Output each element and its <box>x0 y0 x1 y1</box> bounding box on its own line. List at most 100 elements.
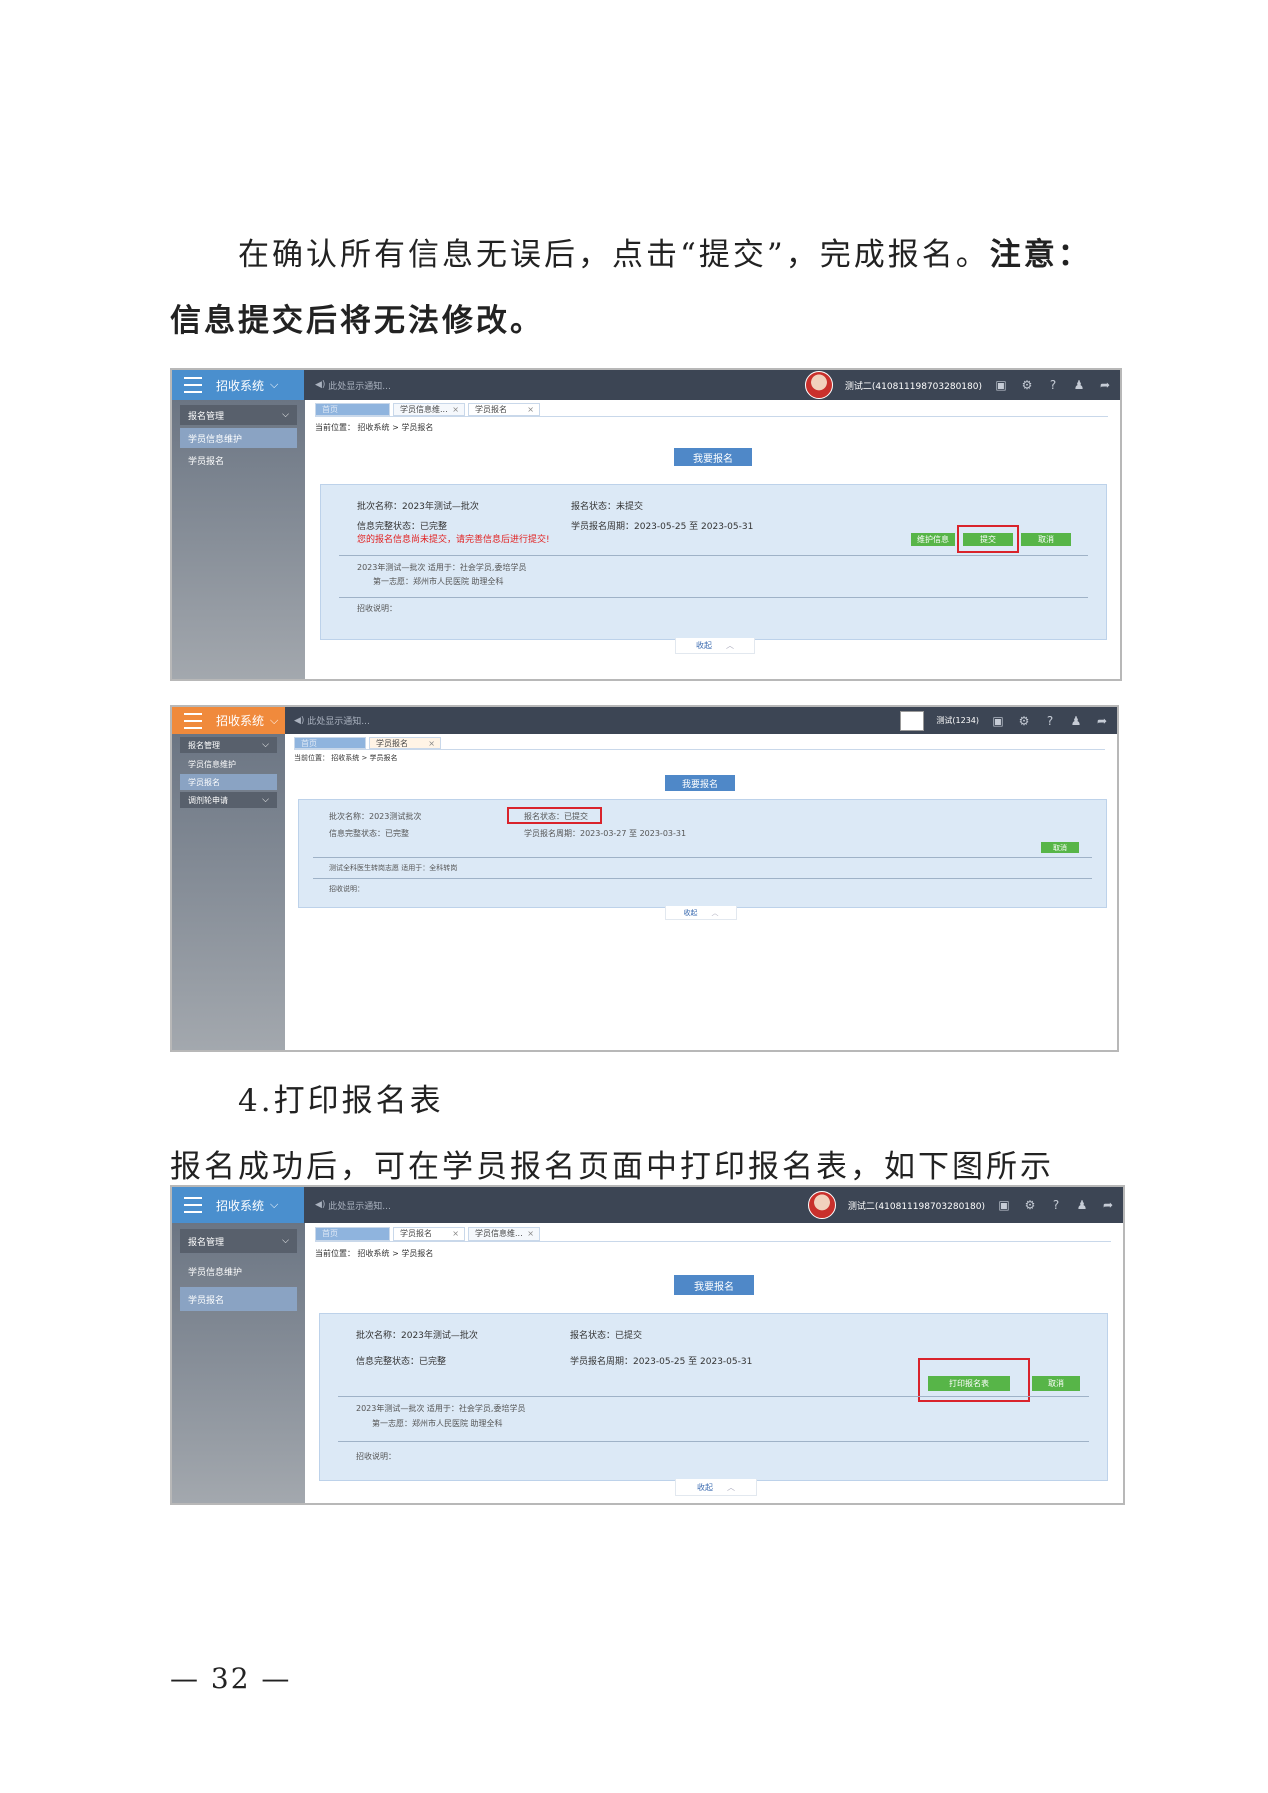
tab-strip: 首页 学员信息维... × 学员报名 × <box>315 403 1108 417</box>
top-bar: 招收系统 ⌵ ◀) 此处显示通知... 测试二(4108111987032801… <box>172 1187 1123 1223</box>
fold-toggle[interactable]: 收起 ︿ <box>665 906 737 920</box>
divider <box>339 597 1088 598</box>
divider <box>313 878 1092 879</box>
user-icon[interactable]: ♟ <box>1072 378 1086 392</box>
menu-icon <box>184 712 202 729</box>
cancel-button[interactable]: 取消 <box>1021 533 1071 546</box>
notice-text: 此处显示通知... <box>328 1201 391 1212</box>
cancel-button[interactable]: 取消 <box>1041 842 1079 853</box>
divider <box>339 555 1088 556</box>
close-icon[interactable]: × <box>428 738 435 749</box>
info-completeness: 信息完整状态：已完整 <box>356 1357 447 1367</box>
chevron-down-icon: ⌵ <box>282 1236 289 1246</box>
sidebar-item-student-signup[interactable]: 学员报名 <box>180 450 297 470</box>
menu-icon <box>184 377 202 393</box>
sidebar-group-signup[interactable]: 报名管理 ⌵ <box>180 1229 297 1253</box>
chevron-up-icon: ︿ <box>727 1482 735 1492</box>
signup-card: 批次名称：2023年测试—批次 报名状态：未提交 信息完整状态：已完整 学员报名… <box>320 484 1107 640</box>
screenshot-submitted: 招收系统 ⌵ ◀) 此处显示通知... 测试(1234) ▣ ⚙ ? ♟ ➦ 报… <box>170 705 1119 1052</box>
section-heading: 4.打印报名表 <box>238 1083 444 1119</box>
system-menu[interactable]: 招收系统 ⌵ <box>172 370 304 400</box>
tab-student-info[interactable]: 学员信息维... × <box>468 1227 540 1241</box>
user-area: 测试二(410811198703280180) ▣ ⚙ ? ♟ ➦ <box>804 370 1112 400</box>
sidebar: 报名管理 ⌵ 学员信息维护 学员报名 <box>172 400 305 679</box>
avatar[interactable] <box>807 1191 836 1219</box>
sidebar-item-student-info[interactable]: 学员信息维护 <box>180 756 277 772</box>
tab-home[interactable]: 首页 <box>294 737 366 749</box>
user-icon[interactable]: ♟ <box>1075 1198 1089 1212</box>
divider <box>338 1396 1089 1397</box>
signup-period: 学员报名周期：2023-05-25 至 2023-05-31 <box>570 1357 753 1367</box>
chevron-down-icon: ⌵ <box>262 740 269 750</box>
gear-icon[interactable]: ⚙ <box>1020 378 1034 392</box>
logout-icon[interactable]: ➦ <box>1095 714 1109 728</box>
signup-card: 批次名称：2023测试批次 报名状态：已提交 信息完整状态：已完整 学员报名周期… <box>298 799 1107 908</box>
sidebar-item-student-info[interactable]: 学员信息维护 <box>180 1259 297 1283</box>
close-icon[interactable]: × <box>527 1228 534 1239</box>
fold-toggle[interactable]: 收起 ︿ <box>675 1479 757 1496</box>
sidebar-group-adjust[interactable]: 调剂轮申请 ⌵ <box>180 792 277 808</box>
apply-button[interactable]: 我要报名 <box>674 1275 754 1295</box>
avatar[interactable] <box>900 710 925 731</box>
system-name: 招收系统 <box>216 714 265 728</box>
avatar[interactable] <box>804 371 833 399</box>
chevron-down-icon: ⌵ <box>270 713 279 727</box>
message-icon[interactable]: ▣ <box>991 714 1005 728</box>
gear-icon[interactable]: ⚙ <box>1023 1198 1037 1212</box>
chevron-down-icon: ⌵ <box>262 795 269 805</box>
admission-note: 招收说明： <box>329 885 364 893</box>
help-icon[interactable]: ? <box>1046 378 1060 392</box>
page-number: — 32 — <box>170 1662 292 1695</box>
tab-home[interactable]: 首页 <box>315 403 390 416</box>
user-name[interactable]: 测试二(410811198703280180) <box>845 379 982 392</box>
system-menu[interactable]: 招收系统 ⌵ <box>172 707 285 734</box>
message-icon[interactable]: ▣ <box>997 1198 1011 1212</box>
sidebar-item-student-signup[interactable]: 学员报名 <box>180 774 277 790</box>
info-completeness: 信息完整状态：已完整 <box>357 522 448 532</box>
tab-student-signup[interactable]: 学员报名 × <box>468 403 540 416</box>
tab-home[interactable]: 首页 <box>315 1227 390 1241</box>
tab-student-signup[interactable]: 学员报名 × <box>369 737 441 749</box>
system-menu[interactable]: 招收系统 ⌵ <box>172 1187 304 1223</box>
close-icon[interactable]: × <box>527 404 534 415</box>
close-icon[interactable]: × <box>452 1228 459 1239</box>
divider <box>338 1441 1089 1442</box>
notice-bar: ◀) 此处显示通知... <box>315 1187 391 1223</box>
batch-applies: 2023年测试—批次 适用于：社会学员,委培学员 <box>356 1404 526 1413</box>
user-area: 测试二(410811198703280180) ▣ ⚙ ? ♟ ➦ <box>807 1187 1115 1223</box>
sidebar: 报名管理 ⌵ 学员信息维护 学员报名 调剂轮申请 ⌵ <box>172 734 285 1050</box>
chevron-up-icon: ︿ <box>711 908 719 917</box>
logout-icon[interactable]: ➦ <box>1101 1198 1115 1212</box>
sidebar-item-student-signup[interactable]: 学员报名 <box>180 1287 297 1311</box>
message-icon[interactable]: ▣ <box>994 378 1008 392</box>
user-name[interactable]: 测试(1234) <box>936 715 979 726</box>
highlight-box <box>957 525 1019 553</box>
sidebar-group-signup[interactable]: 报名管理 ⌵ <box>180 737 277 753</box>
user-icon[interactable]: ♟ <box>1069 714 1083 728</box>
logout-icon[interactable]: ➦ <box>1098 378 1112 392</box>
maintain-info-button[interactable]: 维护信息 <box>911 533 955 546</box>
cancel-button[interactable]: 取消 <box>1032 1376 1080 1391</box>
batch-applies: 2023年测试—批次 适用于：社会学员,委培学员 <box>357 563 527 572</box>
close-icon[interactable]: × <box>452 404 459 415</box>
speaker-icon: ◀) <box>315 380 329 390</box>
tab-student-signup[interactable]: 学员报名 × <box>393 1227 465 1241</box>
notice-bar: ◀) 此处显示通知... <box>315 370 391 400</box>
gear-icon[interactable]: ⚙ <box>1017 714 1031 728</box>
sidebar-item-student-info[interactable]: 学员信息维护 <box>180 428 297 448</box>
apply-button[interactable]: 我要报名 <box>665 775 735 791</box>
user-name[interactable]: 测试二(410811198703280180) <box>848 1199 985 1212</box>
intro-text: 在确认所有信息无误后，点击“提交”，完成报名。 <box>238 237 990 273</box>
divider <box>313 857 1092 858</box>
top-bar: 招收系统 ⌵ ◀) 此处显示通知... 测试(1234) ▣ ⚙ ? ♟ ➦ <box>172 707 1117 734</box>
sidebar-group-signup[interactable]: 报名管理 ⌵ <box>180 405 297 425</box>
info-completeness: 信息完整状态：已完整 <box>329 829 409 838</box>
help-icon[interactable]: ? <box>1043 714 1057 728</box>
fold-toggle[interactable]: 收起 ︿ <box>675 638 755 654</box>
help-icon[interactable]: ? <box>1049 1198 1063 1212</box>
tab-student-info[interactable]: 学员信息维... × <box>393 403 465 416</box>
batch-name: 批次名称：2023年测试—批次 <box>357 502 479 512</box>
admission-note: 招收说明： <box>357 604 397 613</box>
notice-text: 此处显示通知... <box>307 717 370 727</box>
apply-button[interactable]: 我要报名 <box>674 448 752 466</box>
